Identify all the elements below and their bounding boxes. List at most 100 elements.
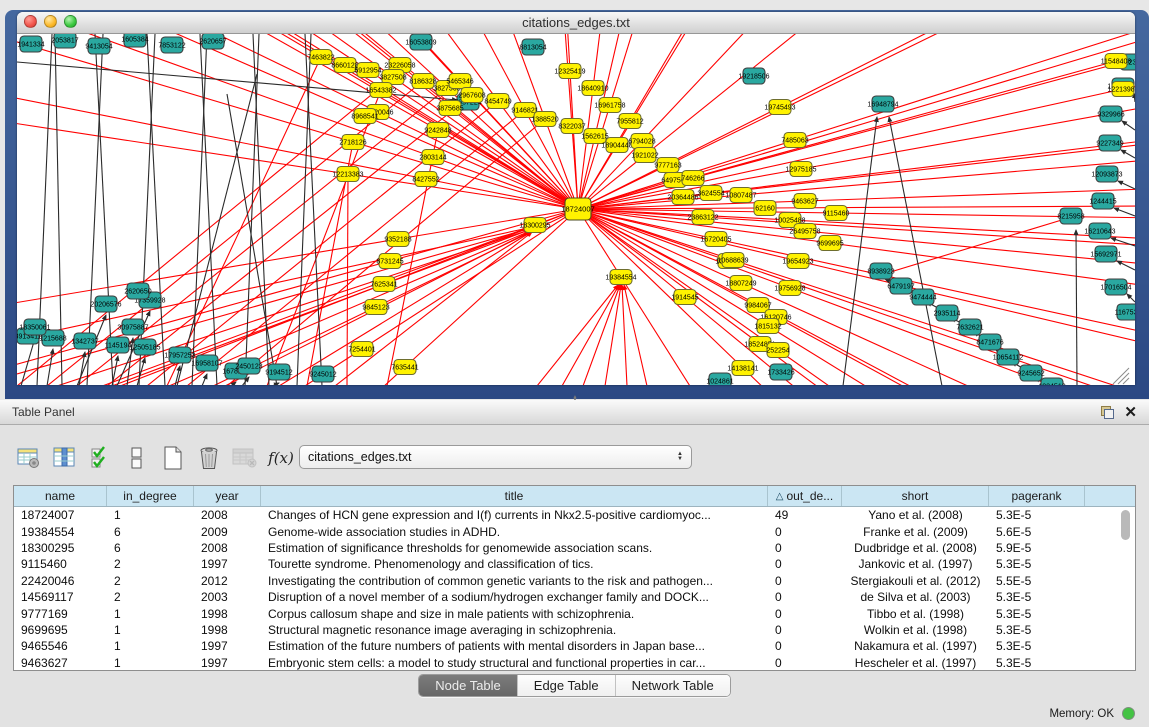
table-row[interactable]: 946554611997Estimation of the future num… <box>14 638 1135 654</box>
graph-node[interactable]: 1815132 <box>754 319 781 334</box>
deselect-all-icon[interactable] <box>122 443 152 473</box>
graph-node[interactable]: 20206576 <box>90 296 121 312</box>
table-selector-dropdown[interactable]: citations_edges.txt ▲▼ <box>299 445 692 469</box>
graph-node[interactable]: 1605384 <box>121 34 148 47</box>
graph-node[interactable]: 2620657 <box>199 34 226 49</box>
citation-network-graph[interactable]: 1941334 2053817 9413054 1605384 7853122 26206… <box>17 34 1135 385</box>
graph-node[interactable]: 12213383 <box>332 167 363 182</box>
graph-node[interactable]: 252254 <box>766 343 789 358</box>
graph-node[interactable]: 8322037 <box>558 119 585 134</box>
function-builder-icon[interactable]: f(x) <box>266 443 296 473</box>
table-options-icon[interactable] <box>14 443 44 473</box>
graph-node[interactable]: 8968541 <box>351 109 378 124</box>
graph-node[interactable]: 746266 <box>681 171 704 186</box>
graph-node[interactable]: 6479197 <box>887 278 914 294</box>
graph-node[interactable]: 11548408 <box>1101 54 1132 69</box>
graph-node[interactable]: 1388520 <box>531 112 558 127</box>
column-header-out_de[interactable]: △out_de... <box>768 486 842 506</box>
graph-node[interactable]: 12325419 <box>554 64 585 79</box>
graph-node[interactable]: 7625341 <box>370 277 397 292</box>
graph-node[interactable]: 18300295 <box>519 218 550 233</box>
graph-node[interactable]: 2935114 <box>934 305 961 321</box>
tab-edge-table[interactable]: Edge Table <box>518 675 616 696</box>
table-row[interactable]: 1830029562008Estimation of significance … <box>14 540 1135 556</box>
graph-node[interactable]: 1921022 <box>631 148 658 163</box>
graph-node[interactable]: 62160 <box>754 201 776 216</box>
graph-node[interactable]: 7853122 <box>158 37 185 53</box>
graph-node[interactable]: 9413054 <box>85 38 112 54</box>
table-row[interactable]: 1456911722003Disruption of a novel membe… <box>14 589 1135 605</box>
graph-node[interactable]: 9352188 <box>384 232 411 247</box>
graph-node[interactable]: 1914545 <box>671 290 698 305</box>
graph-node[interactable]: 17016504 <box>1100 279 1131 295</box>
graph-node[interactable]: 12093873 <box>1091 166 1122 182</box>
graph-node[interactable]: 9242848 <box>424 123 451 138</box>
graph-node[interactable]: 1024512 <box>1038 378 1065 385</box>
graph-node[interactable]: 16720405 <box>700 232 731 247</box>
float-window-icon[interactable] <box>1101 406 1114 419</box>
graph-node[interactable]: 8938923 <box>867 263 894 279</box>
graph-node[interactable]: 9845123 <box>362 300 389 315</box>
table-row[interactable]: 977716911998Corpus callosum shape and si… <box>14 605 1135 621</box>
column-header-title[interactable]: title <box>261 486 768 506</box>
table-header-row[interactable]: namein_degreeyeartitle△out_de...shortpag… <box>14 486 1135 507</box>
graph-node[interactable]: 10688639 <box>717 253 748 268</box>
column-header-short[interactable]: short <box>842 486 989 506</box>
graph-node[interactable]: 16543382 <box>365 83 396 98</box>
column-header-name[interactable]: name <box>14 486 107 506</box>
graph-node[interactable]: 9777163 <box>654 158 681 173</box>
delete-table-icon[interactable] <box>230 443 260 473</box>
graph-node[interactable]: 9115460 <box>823 206 850 221</box>
graph-node[interactable]: 19218506 <box>738 68 769 84</box>
graph-node[interactable]: 1941334 <box>17 36 44 52</box>
graph-node[interactable]: 23863122 <box>687 210 718 225</box>
graph-node[interactable]: 19384554 <box>605 270 636 285</box>
graph-node[interactable]: 19654923 <box>782 254 813 269</box>
graph-node[interactable]: 7485063 <box>781 133 808 148</box>
graph-node[interactable]: 16958107 <box>191 355 222 371</box>
graph-node[interactable]: 1145194 <box>105 337 132 353</box>
graph-node[interactable]: 8454749 <box>484 94 511 109</box>
graph-node[interactable]: 18807249 <box>725 276 756 291</box>
graph-node[interactable]: 10807487 <box>725 188 756 203</box>
graph-node[interactable]: 12505185 <box>129 339 160 355</box>
show-columns-icon[interactable] <box>50 443 80 473</box>
zoom-button[interactable] <box>64 15 77 28</box>
graph-node[interactable]: 16053809 <box>405 34 436 50</box>
graph-node[interactable]: 18640910 <box>577 81 608 96</box>
graph-node[interactable]: 8215958 <box>1057 208 1084 224</box>
graph-node[interactable]: 5912954 <box>354 63 381 78</box>
graph-node[interactable]: 12975185 <box>785 162 816 177</box>
graph-node[interactable]: 9474444 <box>909 289 936 305</box>
node-attribute-table[interactable]: namein_degreeyeartitle△out_de...shortpag… <box>13 485 1136 671</box>
graph-node[interactable]: 19745493 <box>764 100 795 115</box>
table-row[interactable]: 946362711997Embryonic stem cells: a mode… <box>14 655 1135 671</box>
table-row[interactable]: 2242004622012Investigating the contribut… <box>14 573 1135 589</box>
tab-network-table[interactable]: Network Table <box>616 675 730 696</box>
graph-node[interactable]: 16948794 <box>867 96 898 112</box>
graph-node[interactable]: 2450123 <box>235 358 262 374</box>
graph-node[interactable]: 9245652 <box>1017 365 1044 381</box>
graph-node[interactable]: 16210643 <box>1084 223 1115 239</box>
graph-node[interactable]: 10654112 <box>993 349 1024 365</box>
graph-node[interactable]: 26495758 <box>789 224 820 239</box>
graph-node[interactable]: 8813054 <box>519 39 546 55</box>
graph-node[interactable]: 8471676 <box>976 334 1003 350</box>
table-body[interactable]: 1872400712008Changes of HCN gene express… <box>14 507 1135 671</box>
graph-node[interactable]: 2053817 <box>51 34 78 48</box>
column-header-in_degree[interactable]: in_degree <box>107 486 194 506</box>
graph-node[interactable]: 7955812 <box>616 114 643 129</box>
graph-node[interactable]: 9194512 <box>265 364 292 380</box>
graph-node[interactable]: 3624554 <box>697 186 724 201</box>
graph-node[interactable]: 1167530 <box>1115 304 1135 320</box>
close-button[interactable] <box>24 15 37 28</box>
close-icon[interactable]: ✕ <box>1124 406 1137 419</box>
graph-node[interactable]: 18724007 <box>561 198 594 220</box>
graph-node[interactable]: 16961758 <box>594 98 625 113</box>
column-header-year[interactable]: year <box>194 486 261 506</box>
graph-node[interactable]: 7635441 <box>391 360 418 375</box>
column-header-pagerank[interactable]: pagerank <box>989 486 1085 506</box>
delete-trash-icon[interactable] <box>194 443 224 473</box>
graph-node[interactable]: 9463627 <box>791 194 818 209</box>
graph-node[interactable]: 7254401 <box>348 342 375 357</box>
